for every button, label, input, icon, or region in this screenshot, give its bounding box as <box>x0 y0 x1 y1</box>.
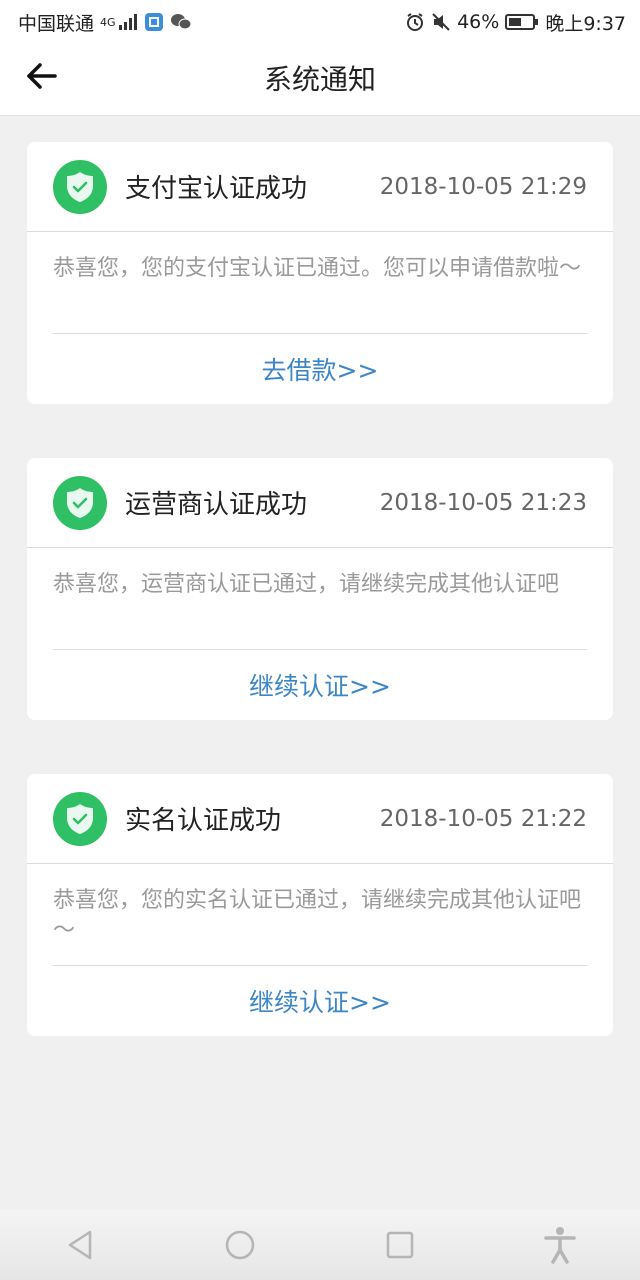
continue-verification-link[interactable]: 继续认证>> <box>27 650 613 720</box>
status-bar: 中国联通 4G 46% 晚上9:37 <box>0 0 640 44</box>
recents-square-icon <box>386 1231 414 1259</box>
battery-icon <box>505 13 539 31</box>
notification-time: 2018-10-05 21:22 <box>379 805 587 832</box>
notification-card: 运营商认证成功 2018-10-05 21:23 恭喜您，运营商认证已通过，请继… <box>27 458 613 720</box>
notification-message: 恭喜您，您的支付宝认证已通过。您可以申请借款啦～ <box>53 256 582 281</box>
battery-percent: 46% <box>457 11 500 33</box>
app-notification-icon <box>144 12 164 32</box>
notification-message: 恭喜您，运营商认证已通过，请继续完成其他认证吧 <box>53 572 560 597</box>
notification-card: 支付宝认证成功 2018-10-05 21:29 恭喜您，您的支付宝认证已通过。… <box>27 142 613 404</box>
status-time: 晚上9:37 <box>545 12 626 35</box>
home-circle-icon <box>225 1230 255 1260</box>
verified-shield-icon <box>53 159 107 214</box>
navigation-bar <box>0 1210 640 1280</box>
carrier-label: 中国联通 <box>18 12 95 35</box>
notification-header: 支付宝认证成功 2018-10-05 21:29 <box>27 142 613 232</box>
notification-header: 运营商认证成功 2018-10-05 21:23 <box>27 458 613 548</box>
network-type-label: 4G <box>100 15 116 29</box>
nav-recents-button[interactable] <box>370 1220 430 1270</box>
status-bar-left: 中国联通 4G <box>18 9 192 36</box>
notification-card: 实名认证成功 2018-10-05 21:22 恭喜您，您的实名认证已通过，请继… <box>27 774 613 1036</box>
notification-time: 2018-10-05 21:23 <box>379 489 587 516</box>
alarm-icon <box>405 12 425 32</box>
notification-header: 实名认证成功 2018-10-05 21:22 <box>27 774 613 864</box>
notification-list: 支付宝认证成功 2018-10-05 21:29 恭喜您，您的支付宝认证已通过。… <box>27 142 613 1090</box>
notification-message: 恭喜您，您的实名认证已通过，请继续完成其他认证吧～ <box>53 888 582 943</box>
app-bar: 系统通知 <box>0 44 640 116</box>
notification-title: 支付宝认证成功 <box>125 174 308 204</box>
nav-accessibility-button[interactable] <box>530 1220 590 1270</box>
nav-home-button[interactable] <box>210 1220 270 1270</box>
notification-title: 运营商认证成功 <box>125 490 308 520</box>
continue-verification-link[interactable]: 继续认证>> <box>27 966 613 1036</box>
borrow-link[interactable]: 去借款>> <box>27 334 613 404</box>
mute-icon <box>431 12 451 32</box>
page-title: 系统通知 <box>263 63 376 96</box>
accessibility-icon <box>544 1227 576 1264</box>
nav-back-button[interactable] <box>50 1220 110 1270</box>
back-triangle-icon <box>68 1230 92 1260</box>
verified-shield-icon <box>53 791 107 846</box>
verified-shield-icon <box>53 475 107 530</box>
notification-time: 2018-10-05 21:29 <box>379 173 587 200</box>
status-bar-right: 46% 晚上9:37 <box>405 9 626 36</box>
wechat-icon <box>170 12 192 32</box>
notification-title: 实名认证成功 <box>125 806 282 836</box>
signal-icon: 4G <box>100 14 138 30</box>
